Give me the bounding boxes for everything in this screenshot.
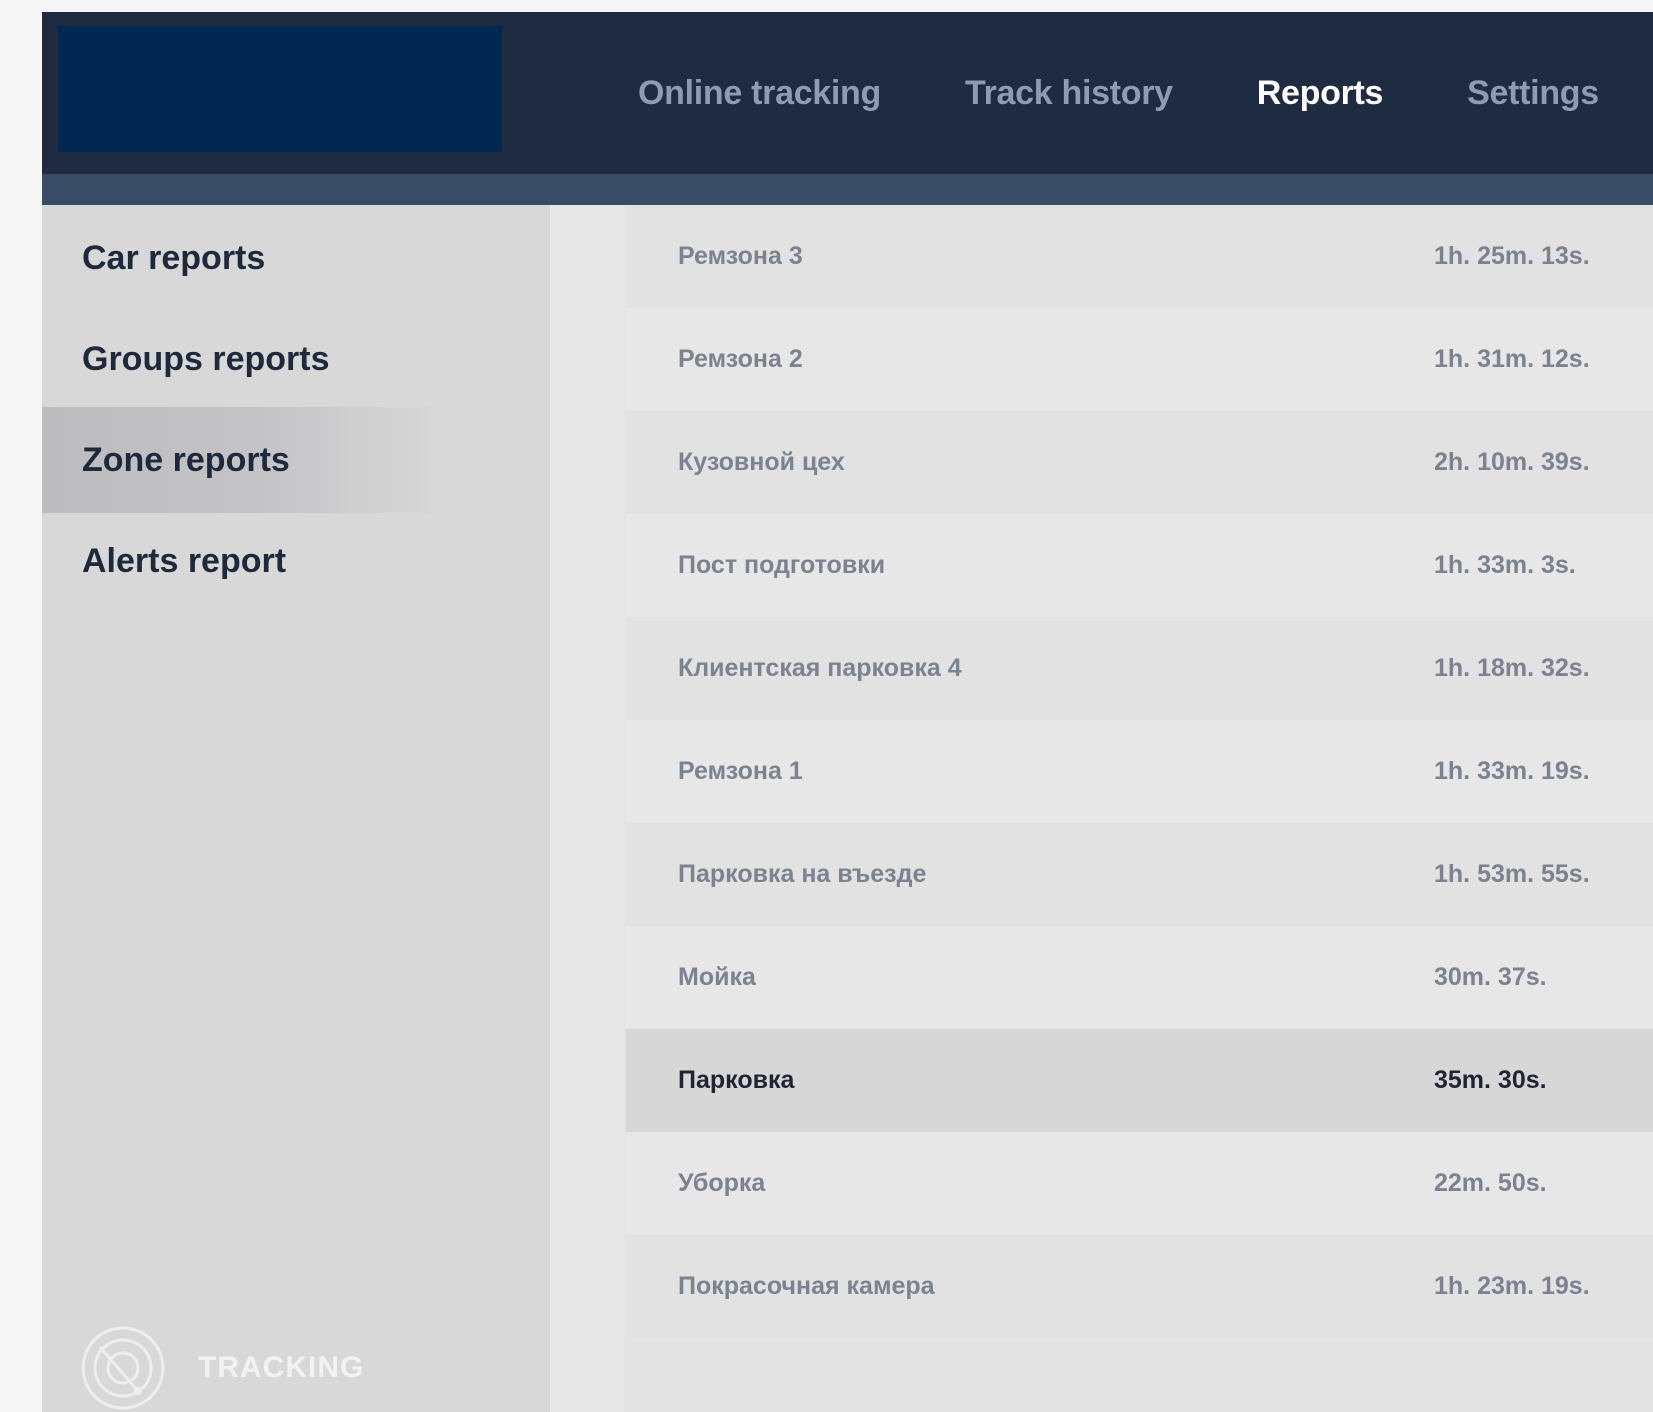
sidebar-item-zone-reports[interactable]: Zone reports — [42, 407, 432, 513]
list-item[interactable]: Уборка 22m. 50s. — [626, 1132, 1653, 1235]
zone-name: Ремзона 1 — [678, 757, 803, 785]
list-item[interactable]: Ремзона 3 1h. 25m. 13s. — [626, 205, 1653, 308]
zone-duration: 2h. 10m. 39s. — [1434, 448, 1590, 476]
nav-reports[interactable]: Reports — [1257, 74, 1384, 113]
nav-track-history[interactable]: Track history — [965, 74, 1173, 113]
zone-name: Покрасочная камера — [678, 1272, 935, 1300]
zone-duration: 1h. 25m. 13s. — [1434, 242, 1590, 270]
sidebar-item-alerts-report[interactable]: Alerts report — [42, 508, 550, 614]
zone-duration: 22m. 50s. — [1434, 1169, 1547, 1197]
sidebar: Car reports Groups reports Zone reports … — [42, 205, 550, 1412]
app-window: Online tracking Track history Reports Se… — [42, 12, 1653, 1412]
radar-icon — [80, 1325, 166, 1411]
zone-name: Клиентская парковка 4 — [678, 654, 962, 682]
list-item[interactable]: Ремзона 1 1h. 33m. 19s. — [626, 720, 1653, 823]
list-item[interactable]: Клиентская парковка 4 1h. 18m. 32s. — [626, 617, 1653, 720]
list-item[interactable]: Пост подготовки 1h. 33m. 3s. — [626, 514, 1653, 617]
list-item[interactable]: Покрасочная камера 1h. 23m. 19s. — [626, 1235, 1653, 1338]
zone-duration: 1h. 18m. 32s. — [1434, 654, 1590, 682]
zone-duration: 1h. 53m. 55s. — [1434, 860, 1590, 888]
zone-name: Пост подготовки — [678, 551, 886, 579]
zone-name: Ремзона 2 — [678, 345, 803, 373]
zone-name: Мойка — [678, 963, 756, 991]
top-navigation-bar: Online tracking Track history Reports Se… — [42, 12, 1653, 174]
zone-name: Ремзона 3 — [678, 242, 803, 270]
sidebar-item-car-reports[interactable]: Car reports — [42, 205, 550, 311]
list-item-selected[interactable]: Парковка 35m. 30s. — [626, 1029, 1653, 1132]
list-item[interactable]: Парковка на въезде 1h. 53m. 55s. — [626, 823, 1653, 926]
brand-name: TRACKING — [198, 1351, 365, 1384]
list-item[interactable]: Кузовной цех 2h. 10m. 39s. — [626, 411, 1653, 514]
nav-online-tracking[interactable]: Online tracking — [638, 74, 881, 113]
main-nav: Online tracking Track history Reports Se… — [638, 12, 1653, 174]
zone-duration: 1h. 33m. 19s. — [1434, 757, 1590, 785]
zone-name: Парковка — [678, 1066, 795, 1094]
subheader-strip — [42, 174, 1653, 205]
content-gutter — [550, 205, 624, 1412]
sidebar-item-groups-reports[interactable]: Groups reports — [42, 306, 550, 412]
logo-block[interactable] — [58, 26, 502, 152]
zone-name: Кузовной цех — [678, 448, 845, 476]
brand-footer: TRACKING — [80, 1325, 364, 1411]
zone-report-list: Ремзона 3 1h. 25m. 13s. Ремзона 2 1h. 31… — [626, 205, 1653, 1412]
zone-duration: 35m. 30s. — [1434, 1066, 1547, 1094]
zone-duration: 30m. 37s. — [1434, 963, 1547, 991]
zone-name: Парковка на въезде — [678, 860, 927, 888]
list-item[interactable]: Мойка 30m. 37s. — [626, 926, 1653, 1029]
list-item[interactable]: Ремзона 2 1h. 31m. 12s. — [626, 308, 1653, 411]
zone-duration: 1h. 33m. 3s. — [1434, 551, 1576, 579]
zone-duration: 1h. 31m. 12s. — [1434, 345, 1590, 373]
zone-name: Уборка — [678, 1169, 766, 1197]
zone-duration: 1h. 23m. 19s. — [1434, 1272, 1590, 1300]
nav-settings[interactable]: Settings — [1467, 74, 1599, 113]
